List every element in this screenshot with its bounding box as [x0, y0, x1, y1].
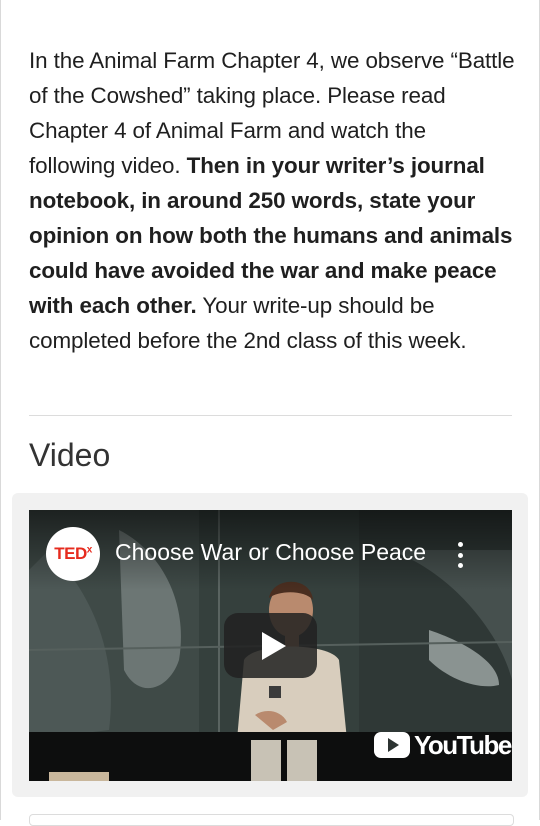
video-title[interactable]: Choose War or Choose Peace: [115, 539, 435, 566]
youtube-watermark[interactable]: YouTube: [374, 729, 512, 760]
channel-avatar[interactable]: TEDx: [46, 527, 100, 581]
section-divider: [29, 415, 512, 416]
more-vertical-icon[interactable]: [454, 542, 466, 568]
ted-logo-text: TED: [54, 544, 87, 563]
youtube-wordmark: YouTube: [414, 729, 512, 760]
play-icon: [261, 631, 286, 660]
left-border: [0, 0, 1, 820]
video-section-heading: Video: [29, 437, 111, 473]
video-player[interactable]: TEDx Choose War or Choose Peace YouTube: [29, 510, 512, 781]
ted-logo-sup: x: [86, 544, 93, 556]
ted-logo: TEDx: [54, 544, 92, 564]
assignment-paragraph: In the Animal Farm Chapter 4, we observe…: [29, 43, 515, 358]
assignment-text-block: In the Animal Farm Chapter 4, we observe…: [29, 43, 515, 358]
next-card: [29, 814, 514, 826]
play-button[interactable]: [224, 613, 317, 678]
youtube-icon: [374, 732, 410, 758]
